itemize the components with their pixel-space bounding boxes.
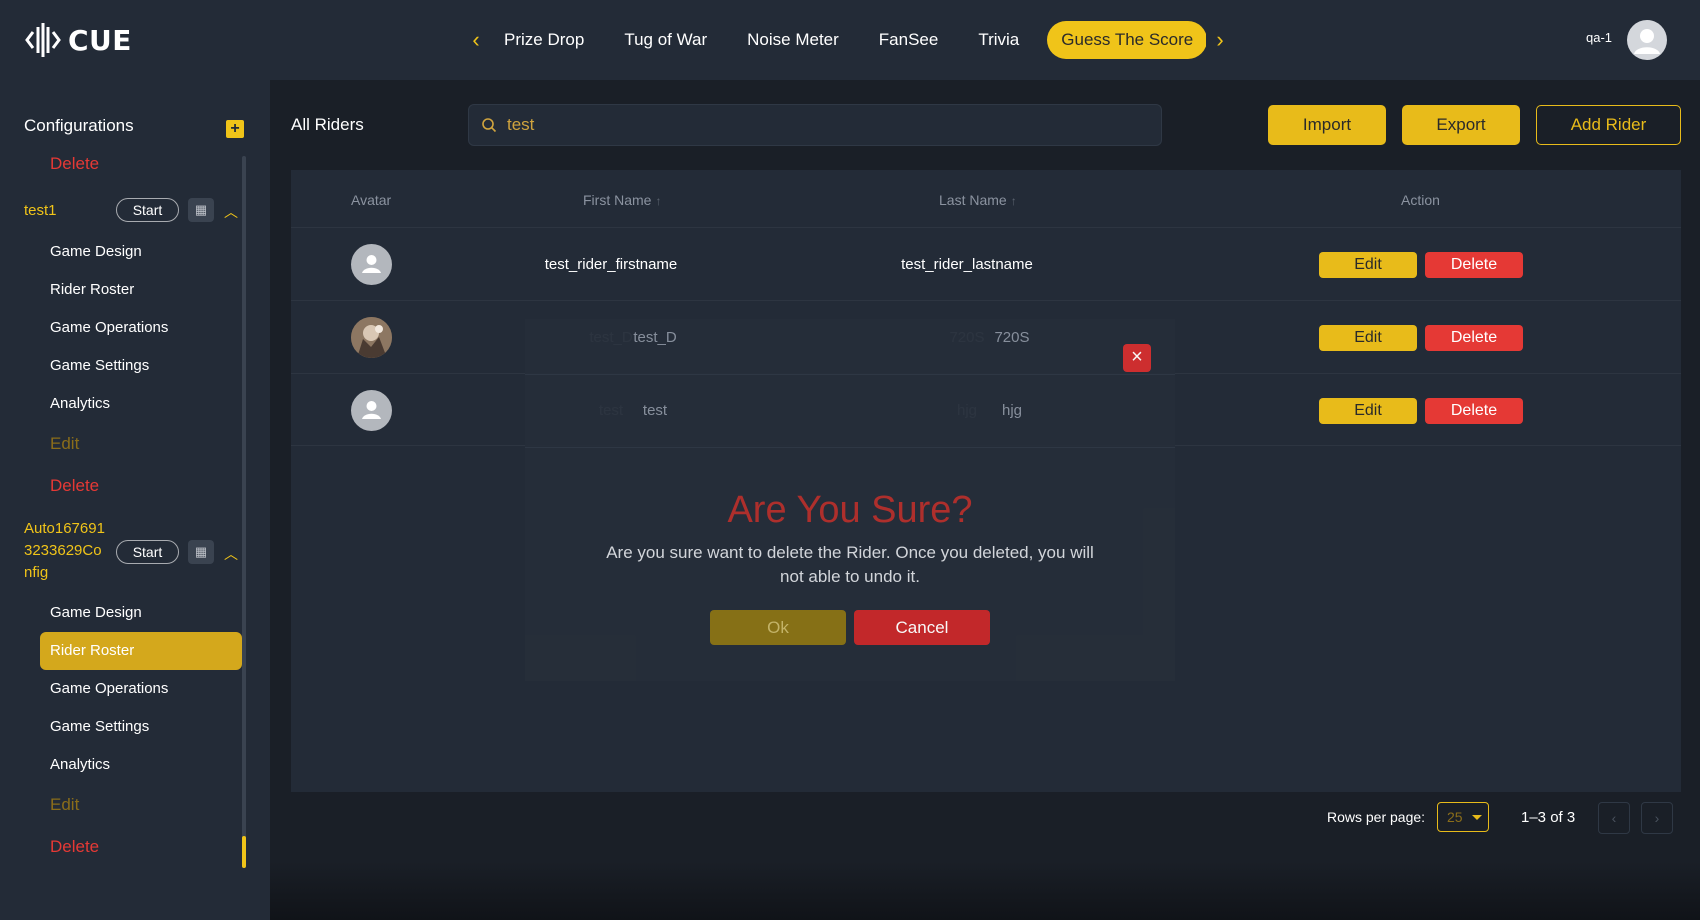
modal-bg-last-name: hjg [1001, 402, 1023, 419]
modal-message: Are you sure want to delete the Rider. O… [606, 543, 1094, 586]
ok-button[interactable]: Ok [710, 610, 846, 645]
modal-divider [525, 374, 1175, 375]
modal-title: Are You Sure? [727, 489, 973, 531]
confirm-delete-modal: test_D 720S test hjg × Are You Sure? Are… [525, 319, 1175, 681]
modal-bg-last-name: 720S [994, 329, 1030, 346]
cancel-button[interactable]: Cancel [854, 610, 990, 645]
modal-divider [525, 447, 1175, 448]
close-icon[interactable]: × [1123, 344, 1151, 372]
modal-bg-first-name: test_D [633, 329, 677, 346]
modal-bg-first-name: test [642, 402, 668, 419]
